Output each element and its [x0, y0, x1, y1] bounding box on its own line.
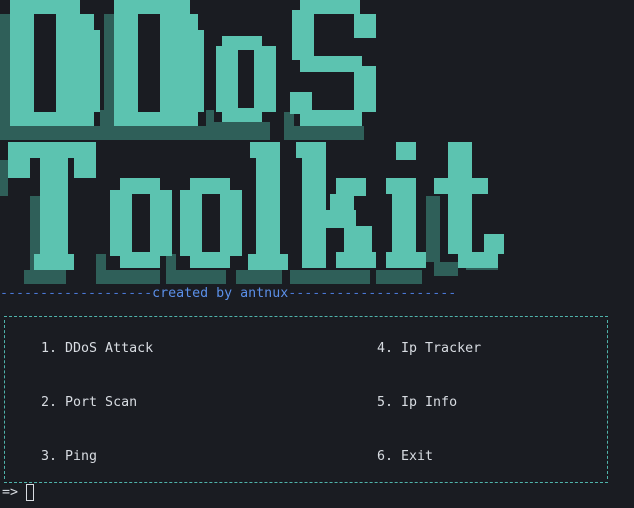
banner-letter-t	[434, 142, 504, 268]
terminal-window: ------------------- created by antnux --…	[0, 0, 634, 508]
menu-item-number: 3.	[41, 449, 58, 464]
menu-item-label: Ip Tracker	[401, 341, 482, 356]
menu-item-port-scan[interactable]: 2. Port Scan	[41, 395, 137, 411]
prompt-line[interactable]: =>	[2, 484, 35, 501]
banner-letter-D1	[10, 0, 100, 126]
menu-item-label: Port Scan	[65, 395, 138, 410]
prompt-symbol: =>	[2, 484, 19, 500]
menu-item-exit[interactable]: 6. Exit	[377, 449, 433, 465]
menu-item-number: 1.	[41, 341, 58, 356]
banner-letter-D2	[114, 0, 204, 126]
menu-item-ip-info[interactable]: 5. Ip Info	[377, 395, 457, 411]
banner-letter-o1	[110, 178, 172, 268]
credit-text: created by antnux	[152, 286, 289, 301]
menu-item-ddos-attack[interactable]: 1. DDoS Attack	[41, 341, 153, 357]
menu-item-ping[interactable]: 3. Ping	[41, 449, 97, 465]
banner-letter-o2	[180, 178, 242, 268]
banner-letter-i	[386, 142, 426, 268]
credit-right-dashes: ---------------------	[288, 286, 457, 301]
credit-line: ------------------- created by antnux --…	[0, 286, 470, 302]
menu-box-right-border	[607, 320, 608, 479]
text-cursor[interactable]	[26, 484, 35, 501]
ascii-banner-logo	[0, 0, 504, 284]
menu-item-label: Ping	[65, 449, 98, 464]
menu-item-number: 5.	[377, 395, 394, 410]
banner-letter-S	[290, 0, 376, 126]
menu-item-number: 6.	[377, 449, 394, 464]
banner-letter-k	[296, 142, 376, 268]
menu-box-left-border	[4, 320, 5, 479]
menu-item-ip-tracker[interactable]: 4. Ip Tracker	[377, 341, 481, 357]
banner-letter-T	[8, 142, 96, 270]
credit-left-dashes: -------------------	[0, 286, 153, 301]
menu-item-label: Exit	[401, 449, 434, 464]
menu-box: 1. DDoS Attack 2. Port Scan 3. Ping 4. I…	[4, 316, 608, 483]
banner-letter-l	[248, 142, 288, 270]
banner-letter-o	[216, 36, 276, 122]
menu-item-label: DDoS Attack	[65, 341, 154, 356]
menu-item-number: 4.	[377, 341, 394, 356]
menu-item-label: Ip Info	[401, 395, 458, 410]
menu-item-number: 2.	[41, 395, 58, 410]
